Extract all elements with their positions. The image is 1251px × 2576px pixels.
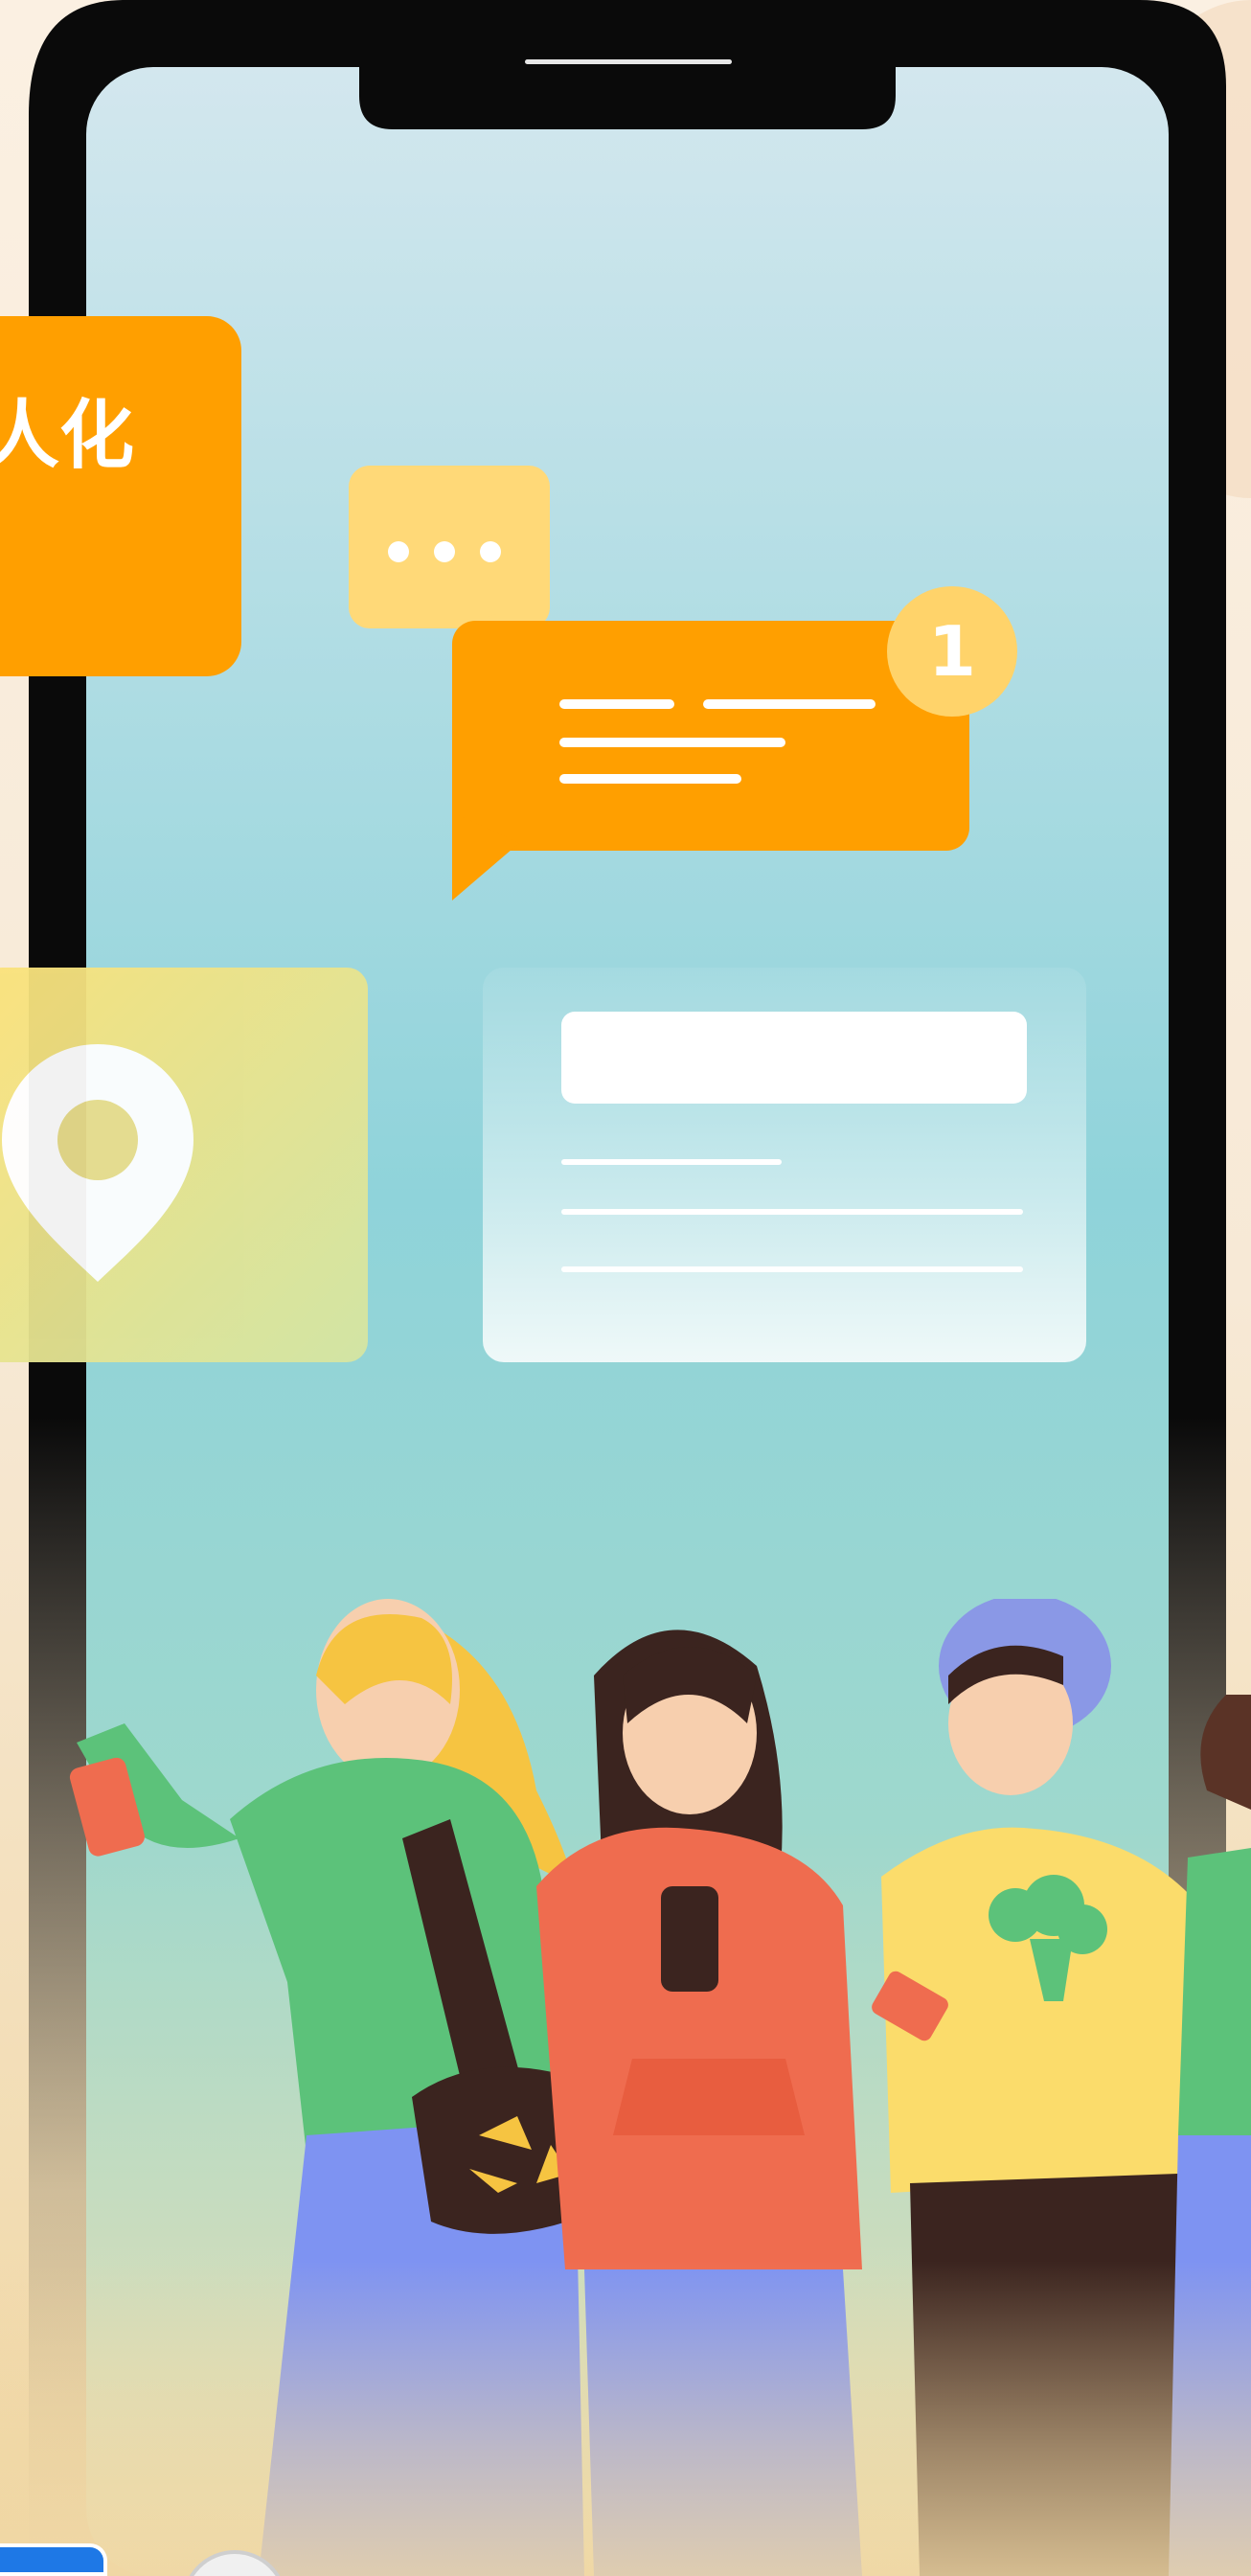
info-card bbox=[483, 968, 1086, 1362]
typing-bubble bbox=[349, 466, 550, 667]
notification-count: 1 bbox=[927, 611, 977, 692]
bottom-fade bbox=[0, 2261, 1251, 2576]
ellipsis-icon bbox=[388, 541, 501, 562]
location-card bbox=[0, 968, 368, 1362]
illustration: 人化 1 bbox=[0, 0, 1251, 2576]
notification-badge: 1 bbox=[887, 586, 1017, 717]
location-pin-icon bbox=[2, 1044, 193, 1282]
info-card-line bbox=[561, 1209, 1023, 1215]
info-card-line bbox=[561, 1266, 1023, 1272]
info-card-line bbox=[561, 1159, 782, 1165]
feature-tag-text: 人化 bbox=[0, 393, 135, 479]
bottom-badge bbox=[0, 2543, 107, 2576]
feature-tag-card: 人化 bbox=[0, 316, 241, 676]
info-card-header-bar bbox=[561, 1012, 1027, 1104]
